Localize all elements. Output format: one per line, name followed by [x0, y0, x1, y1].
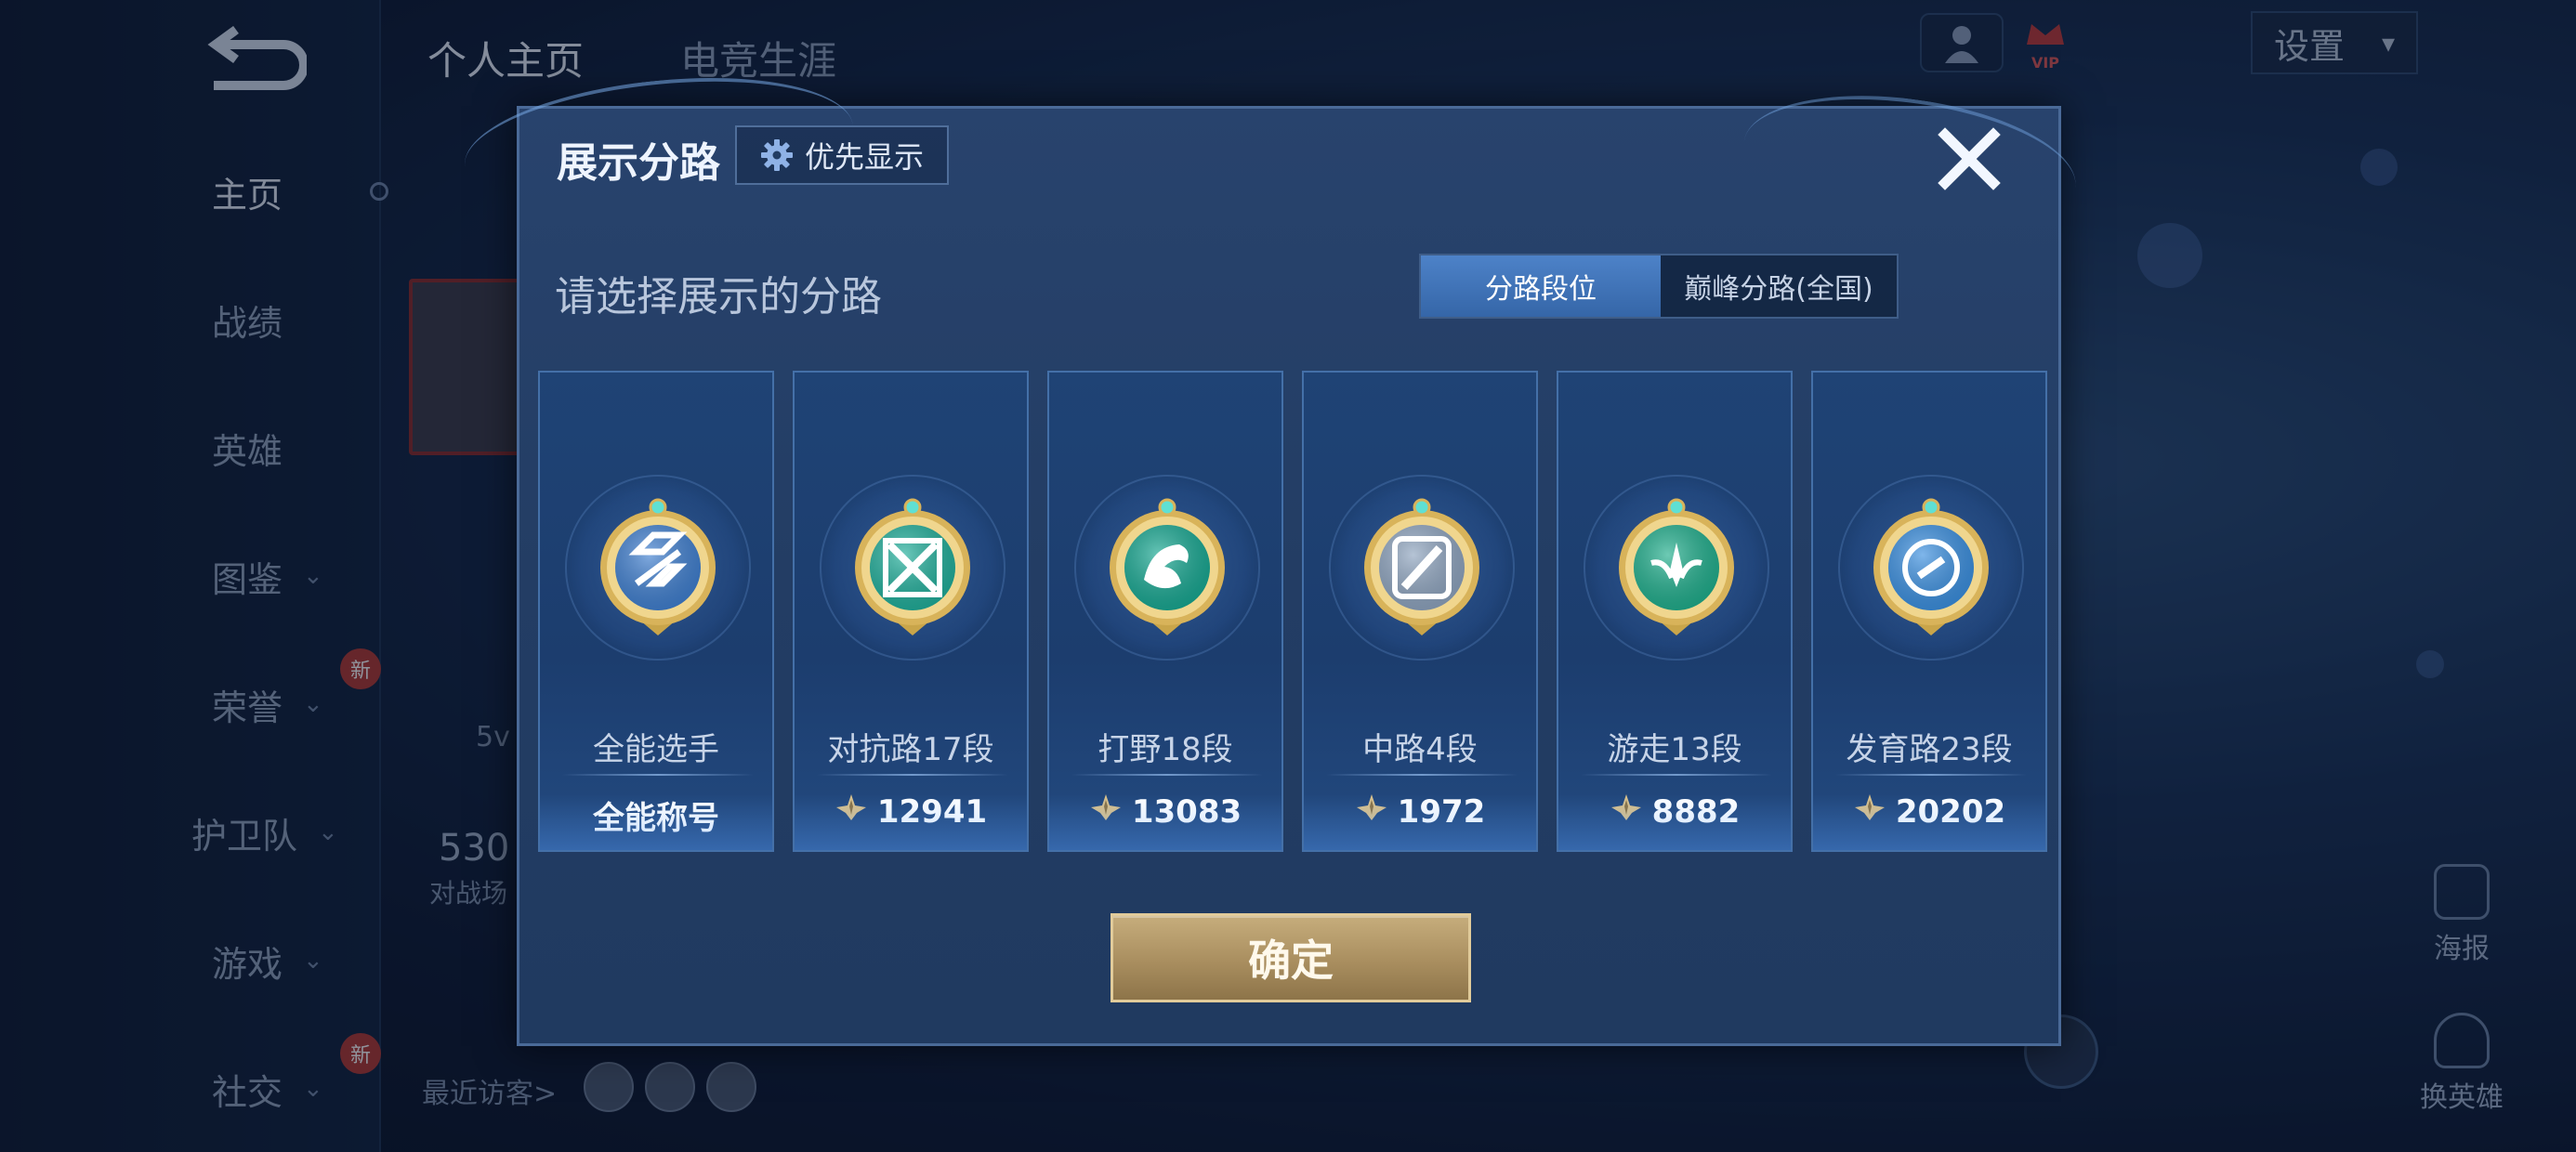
divider	[1326, 774, 1518, 776]
close-icon[interactable]	[1932, 122, 2006, 196]
jungle-emblem-icon	[1097, 498, 1237, 637]
lane-card[interactable]: 中路4段1972	[1302, 371, 1538, 852]
card-bottom-glow	[1558, 794, 1791, 850]
divider	[1071, 774, 1263, 776]
lane-type-toggle: 分路段位 巅峰分路(全国)	[1419, 254, 1899, 319]
confirm-label: 确定	[1248, 936, 1334, 986]
gear-icon	[760, 139, 793, 171]
lane-rank-label: 游走13段	[1607, 731, 1742, 768]
lane-rank-label: 全能选手	[593, 731, 719, 768]
dialog-title: 展示分路	[557, 139, 720, 187]
lane-rank-label: 发育路23段	[1846, 731, 2013, 768]
lane-rank-label: 对抗路17段	[827, 731, 994, 768]
lane-rank-label: 打野18段	[1097, 731, 1233, 768]
divider	[817, 774, 1008, 776]
card-bottom-glow	[540, 794, 772, 850]
tab-peak-lane-national[interactable]: 巅峰分路(全国)	[1661, 255, 1897, 317]
tab-lane-rank[interactable]: 分路段位	[1421, 255, 1661, 317]
lane-card[interactable]: 全能选手全能称号	[538, 371, 774, 852]
roam-emblem-icon	[1607, 498, 1746, 637]
card-bottom-glow	[1049, 794, 1281, 850]
farm-lane-emblem-icon	[1861, 498, 2001, 637]
card-bottom-glow	[1813, 794, 2045, 850]
lane-card-list: 全能选手全能称号对抗路17段12941打野18段13083中路4段1972游走1…	[538, 371, 2047, 852]
priority-display-label: 优先显示	[804, 139, 924, 175]
mid-lane-emblem-icon	[1352, 498, 1492, 637]
lane-display-dialog: 展示分路 优先显示 请选择展示的分路 分路段位巅峰分路(全国) 全能选手全能称号…	[457, 60, 2084, 1046]
priority-display-button[interactable]: 优先显示	[735, 125, 949, 185]
card-bottom-glow	[1304, 794, 1536, 850]
dialog-subtitle: 请选择展示的分路	[555, 273, 882, 321]
lane-card[interactable]: 打野18段13083	[1047, 371, 1283, 852]
divider	[1835, 774, 2027, 776]
confirm-button[interactable]: 确定	[1111, 913, 1471, 1002]
lane-card[interactable]: 对抗路17段12941	[793, 371, 1029, 852]
divider	[562, 774, 754, 776]
lane-rank-label: 中路4段	[1362, 731, 1478, 768]
all-round-emblem-icon	[588, 498, 728, 637]
lane-card[interactable]: 发育路23段20202	[1811, 371, 2047, 852]
card-bottom-glow	[795, 794, 1027, 850]
clash-lane-emblem-icon	[843, 498, 982, 637]
divider	[1581, 774, 1772, 776]
lane-card[interactable]: 游走13段8882	[1557, 371, 1793, 852]
